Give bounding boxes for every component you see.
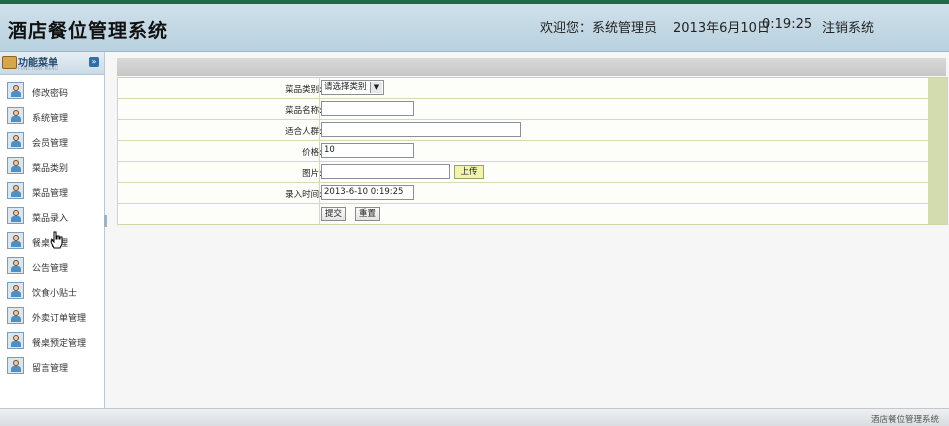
category-select-value: 请选择类别 <box>324 82 367 92</box>
user-icon <box>7 82 24 99</box>
dish-name-input[interactable] <box>321 101 414 116</box>
header-date: 2013年6月10日 <box>673 21 770 36</box>
panel-title-bar <box>117 58 946 76</box>
header: 酒店餐位管理系统 欢迎您：系统管理员 2013年6月10日 0:19:25 注销… <box>0 4 949 52</box>
form-row-price: 价格: 10 <box>118 141 928 162</box>
footer: 酒店餐位管理系统 <box>0 408 949 426</box>
sidebar-item-dish-entry[interactable]: 菜品录入 <box>0 205 104 230</box>
sidebar-item-label: 留言管理 <box>32 364 69 374</box>
form-row-audience: 适合人群: <box>118 120 928 141</box>
menu-list: 修改密码 系统管理 会员管理 菜品类别 菜品管理 菜品录入 餐桌管理 公告管理 <box>0 80 104 380</box>
user-icon <box>7 257 24 274</box>
sidebar-item-label: 菜品类别 <box>32 164 69 174</box>
sidebar-item-members[interactable]: 会员管理 <box>0 130 104 155</box>
image-path-input[interactable] <box>321 164 450 179</box>
price-label: 价格: <box>302 148 322 158</box>
user-icon <box>7 307 24 324</box>
audience-input[interactable] <box>321 122 521 137</box>
chevron-down-icon: ▼ <box>370 82 382 93</box>
user-icon <box>7 282 24 299</box>
reset-button[interactable]: 重置 <box>355 207 381 221</box>
user-icon <box>7 332 24 349</box>
collapse-icon[interactable]: » <box>89 57 99 67</box>
sidebar-item-label: 饮食小贴士 <box>32 289 78 299</box>
sidebar-item-label: 菜品录入 <box>32 214 69 224</box>
form-side-strip <box>928 78 947 224</box>
footer-text: 酒店餐位管理系统 <box>870 415 939 425</box>
user-icon <box>7 207 24 224</box>
form-row-entry-time: 录入时间: 2013-6-10 0:19:25 <box>118 183 928 204</box>
sidebar: 功能菜单 FUNCTION MENU » 修改密码 系统管理 会员管理 菜品类别… <box>0 52 105 408</box>
sidebar-item-label: 外卖订单管理 <box>32 314 87 324</box>
menu-folder-icon <box>2 56 17 69</box>
sidebar-item-label: 系统管理 <box>32 114 69 124</box>
image-label: 图片: <box>302 169 322 179</box>
menu-subtitle: FUNCTION MENU <box>18 66 59 71</box>
user-icon <box>7 182 24 199</box>
sidebar-item-diet-tips[interactable]: 饮食小贴士 <box>0 280 104 305</box>
category-label: 菜品类别: <box>285 85 322 95</box>
sidebar-item-label: 公告管理 <box>32 264 69 274</box>
user-icon <box>7 157 24 174</box>
hand-cursor-icon <box>50 231 63 249</box>
header-time: 0:19:25 <box>762 17 813 32</box>
sidebar-item-dish-categories[interactable]: 菜品类别 <box>0 155 104 180</box>
dish-entry-form: 菜品类别: 请选择类别 ▼ 菜品名称: 适合人群: 价格: 10 图片: 上传 … <box>117 77 948 225</box>
submit-button[interactable]: 提交 <box>321 207 347 221</box>
logout-link[interactable]: 注销系统 <box>822 17 874 36</box>
entry-time-input[interactable]: 2013-6-10 0:19:25 <box>321 185 414 200</box>
user-icon <box>7 357 24 374</box>
sidebar-item-table-reservations[interactable]: 餐桌预定管理 <box>0 330 104 355</box>
upload-button[interactable]: 上传 <box>454 165 484 179</box>
sidebar-item-system[interactable]: 系统管理 <box>0 105 104 130</box>
form-row-image: 图片: 上传 <box>118 162 928 183</box>
sidebar-item-dishes[interactable]: 菜品管理 <box>0 180 104 205</box>
app-title: 酒店餐位管理系统 <box>8 20 169 42</box>
sidebar-item-takeout-orders[interactable]: 外卖订单管理 <box>0 305 104 330</box>
audience-label: 适合人群: <box>285 127 322 137</box>
user-icon <box>7 132 24 149</box>
sidebar-item-label: 菜品管理 <box>32 189 69 199</box>
user-icon <box>7 232 24 249</box>
sidebar-item-change-password[interactable]: 修改密码 <box>0 80 104 105</box>
sidebar-item-messages[interactable]: 留言管理 <box>0 355 104 380</box>
form-row-category: 菜品类别: 请选择类别 ▼ <box>118 78 928 99</box>
form-row-name: 菜品名称: <box>118 99 928 120</box>
sidebar-item-announcements[interactable]: 公告管理 <box>0 255 104 280</box>
sidebar-item-label: 修改密码 <box>32 89 69 99</box>
menu-header: 功能菜单 FUNCTION MENU » <box>0 52 104 75</box>
welcome-text: 欢迎您：系统管理员 <box>540 21 658 36</box>
sidebar-item-label: 会员管理 <box>32 139 69 149</box>
main-content: 菜品类别: 请选择类别 ▼ 菜品名称: 适合人群: 价格: 10 图片: 上传 … <box>107 52 949 408</box>
dish-name-label: 菜品名称: <box>285 106 322 116</box>
user-icon <box>7 107 24 124</box>
price-input[interactable]: 10 <box>321 143 414 158</box>
entry-time-label: 录入时间: <box>285 190 322 200</box>
form-row-actions: 提交 重置 <box>118 204 928 224</box>
category-select[interactable]: 请选择类别 ▼ <box>321 80 384 95</box>
sidebar-item-label: 餐桌预定管理 <box>32 339 87 349</box>
